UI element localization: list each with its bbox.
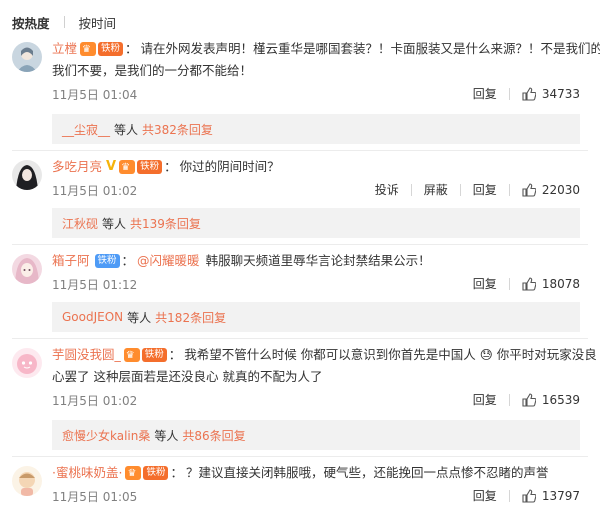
reply-username[interactable]: __尘寂__ <box>62 121 110 138</box>
divider <box>508 393 510 406</box>
thumbs-up-icon[interactable] <box>522 182 536 197</box>
avatar[interactable] <box>12 42 42 72</box>
comment-text-continued: 心罢了 这种层面若是还没良心 就真的不配为人了 <box>52 369 323 384</box>
vip-icon <box>119 159 136 177</box>
thumbs-up-icon[interactable] <box>522 86 536 101</box>
reply-summary[interactable]: GoodJEON 等人 共182条回复 <box>52 302 580 332</box>
verified-icon: V <box>106 159 117 174</box>
timestamp: 11月5日 01:02 <box>52 184 138 198</box>
avatar[interactable] <box>12 348 42 378</box>
comment-text: 我希望不管什么时候 你都可以意识到你首先是中国人 😓 你平时对玩家没良 <box>184 347 597 362</box>
reply-username[interactable]: GoodJEON <box>62 310 123 324</box>
block-button[interactable]: 屏蔽 <box>424 181 448 198</box>
username[interactable]: ·蜜桃味奶盖· <box>52 464 122 482</box>
timestamp: 11月5日 01:04 <box>52 88 138 102</box>
comment-actions: 回复 16539 <box>473 391 580 408</box>
like-count: 22030 <box>541 182 580 197</box>
comment-header: ·蜜桃味奶盖· 铁粉 ： ？建议直接关闭韩服哦，硬气些，还能挽回一点点惨不忍睹的… <box>52 464 549 483</box>
timestamp: 11月5日 01:02 <box>52 394 138 408</box>
reply-username[interactable]: 江秋砚 <box>62 215 98 232</box>
reply-count[interactable]: 共139条回复 <box>130 215 201 232</box>
sort-by-time-tab[interactable]: 按时间 <box>79 13 117 32</box>
thumbs-up-icon[interactable] <box>522 276 536 291</box>
reply-count[interactable]: 共86条回复 <box>182 427 245 444</box>
comment-header: 芋圆没我圆_ 铁粉 ： 我希望不管什么时候 你都可以意识到你首先是中国人 😓 你… <box>52 346 597 365</box>
timestamp: 11月5日 01:12 <box>52 278 138 292</box>
comment-actions: 回复 13797 <box>473 487 580 504</box>
like-count: 18078 <box>541 276 580 291</box>
comment-text: 韩服聊天频道里辱华言论封禁结果公示！ <box>205 253 431 268</box>
comment-text: 你过的阴间时间？ <box>179 159 280 174</box>
username[interactable]: 芋圆没我圆_ <box>52 346 121 364</box>
thumbs-up-icon[interactable] <box>522 392 536 407</box>
comment-actions: 回复 34733 <box>473 85 580 102</box>
fan-badge: 铁粉 <box>94 254 120 268</box>
comment-text: 请在外网发表声明！槿云重华是哪国套装？！卡面服装又是什么来源？！不是我们的 <box>140 41 600 56</box>
comment-text-continued: 我们不要，是我们的一分都不能给！ <box>52 63 253 78</box>
divider <box>410 183 412 196</box>
reply-username[interactable]: 愈慢少女kalin桑 <box>62 427 150 444</box>
username[interactable]: 立樘 <box>52 40 77 58</box>
divider <box>63 16 65 28</box>
reply-count[interactable]: 共382条回复 <box>142 121 213 138</box>
comment-header: 箱子阿 铁粉 ： @闪耀暖暖 韩服聊天频道里辱华言论封禁结果公示！ <box>52 252 431 270</box>
vip-icon <box>80 41 97 59</box>
divider <box>12 244 588 245</box>
divider <box>12 150 588 151</box>
avatar[interactable] <box>12 254 42 284</box>
divider <box>12 338 588 339</box>
comment-text: ？建议直接关闭韩服哦，硬气些，还能挽回一点点惨不忍睹的声誉 <box>185 465 549 480</box>
report-button[interactable]: 投诉 <box>375 181 399 198</box>
sort-bar: 按热度 按时间 <box>12 12 116 32</box>
reply-button[interactable]: 回复 <box>473 181 497 198</box>
timestamp: 11月5日 01:05 <box>52 490 138 504</box>
reply-button[interactable]: 回复 <box>473 391 497 408</box>
thumbs-up-icon[interactable] <box>522 488 536 503</box>
like-count: 13797 <box>541 488 580 503</box>
fan-badge: 铁粉 <box>141 348 167 362</box>
reply-summary[interactable]: 愈慢少女kalin桑 等人 共86条回复 <box>52 420 580 450</box>
fan-badge: 铁粉 <box>137 160 163 174</box>
fan-badge: 铁粉 <box>143 466 169 480</box>
comment-actions: 回复 18078 <box>473 275 580 292</box>
reply-count[interactable]: 共182条回复 <box>155 309 226 326</box>
divider <box>508 277 510 290</box>
avatar[interactable] <box>12 160 42 190</box>
reply-button[interactable]: 回复 <box>473 275 497 292</box>
comment-actions: 投诉 屏蔽 回复 22030 <box>375 181 580 198</box>
reply-summary[interactable]: 江秋砚 等人 共139条回复 <box>52 208 580 238</box>
divider <box>459 183 461 196</box>
divider <box>508 87 510 100</box>
reply-button[interactable]: 回复 <box>473 85 497 102</box>
reply-button[interactable]: 回复 <box>473 487 497 504</box>
sort-by-hot-tab[interactable]: 按热度 <box>12 13 50 32</box>
vip-icon <box>125 465 142 483</box>
fan-badge: 铁粉 <box>98 42 124 56</box>
divider <box>12 456 588 457</box>
divider <box>508 183 510 196</box>
username[interactable]: 箱子阿 <box>52 252 90 270</box>
reply-summary[interactable]: __尘寂__ 等人 共382条回复 <box>52 114 580 144</box>
vip-icon <box>123 347 140 365</box>
divider <box>508 489 510 502</box>
username[interactable]: 多吃月亮 <box>52 158 102 176</box>
comment-header: 多吃月亮 V 铁粉 ： 你过的阴间时间？ <box>52 158 280 177</box>
mention-link[interactable]: @闪耀暖暖 <box>137 252 200 270</box>
comment-header: 立樘 铁粉 ： 请在外网发表声明！槿云重华是哪国套装？！卡面服装又是什么来源？！… <box>52 40 600 59</box>
like-count: 16539 <box>541 392 580 407</box>
avatar[interactable] <box>12 466 42 496</box>
like-count: 34733 <box>541 86 580 101</box>
